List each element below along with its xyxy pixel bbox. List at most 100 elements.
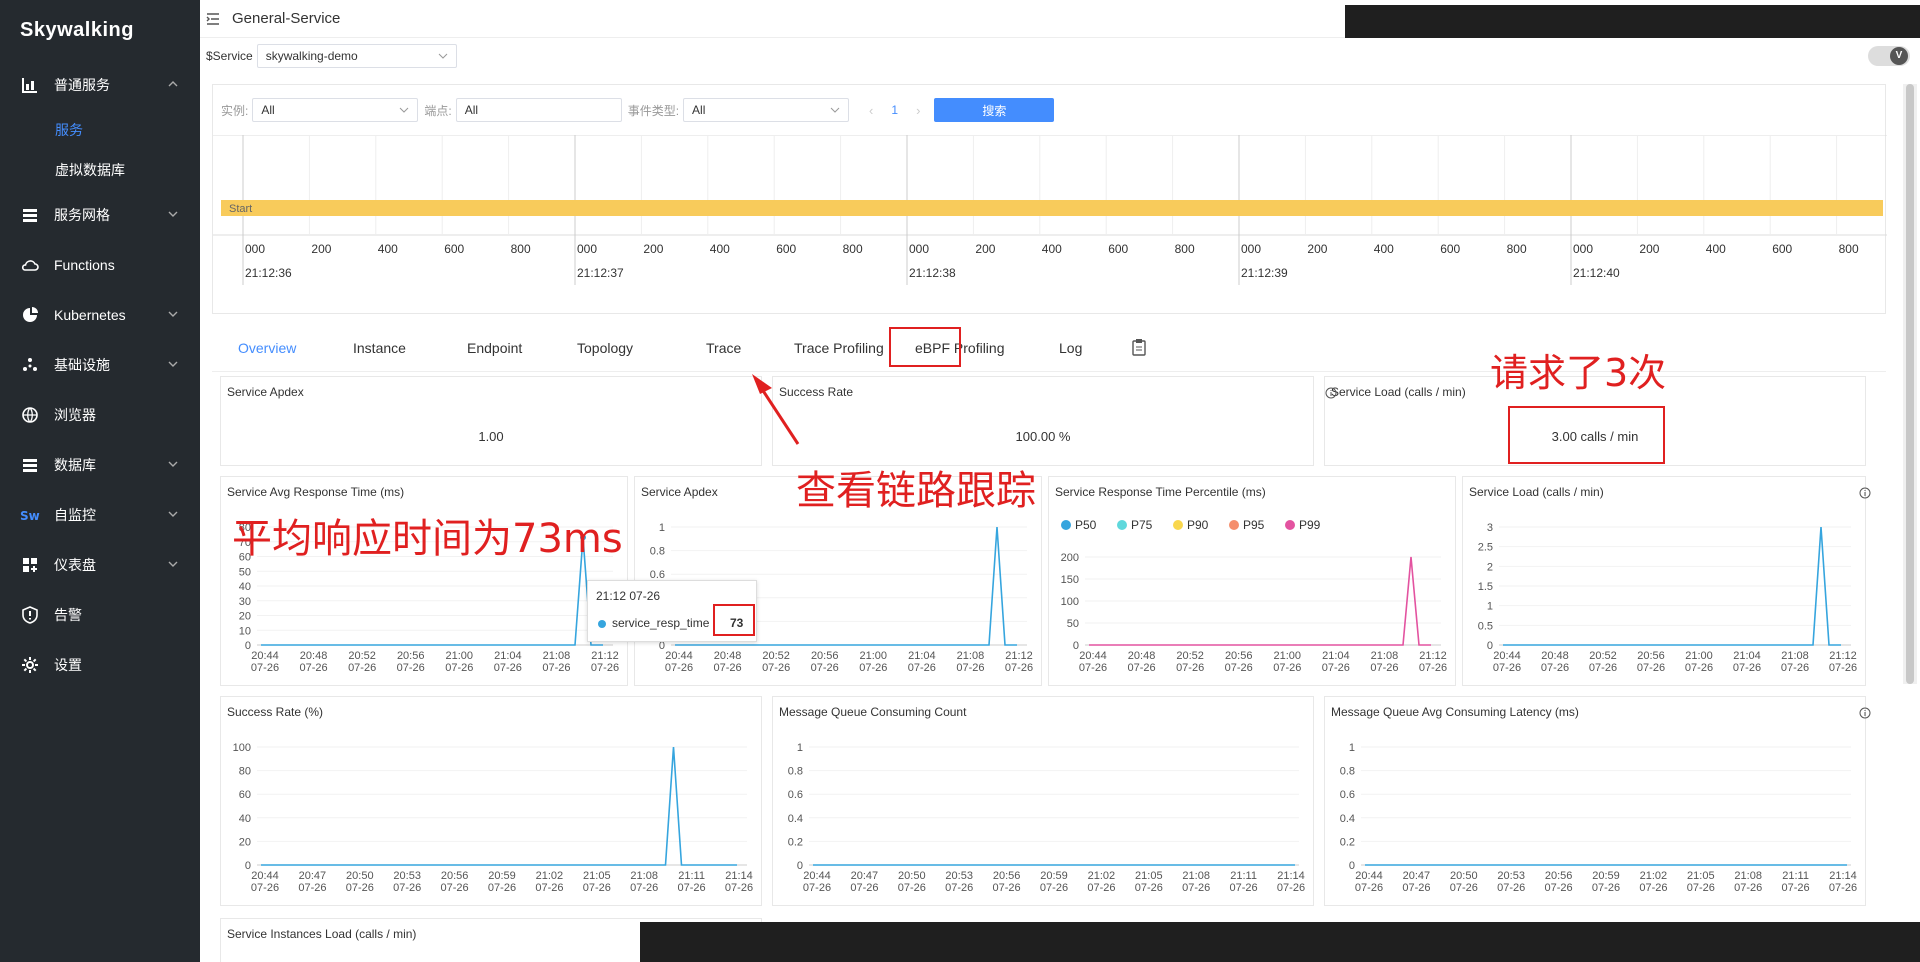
sidebar: Skywalking 普通服务 服务 虚拟数据库 服务网格 Functions Kuber… (0, 0, 200, 962)
timeline-tick-label: 800 (843, 242, 863, 256)
y-tick-label: 3 (1487, 522, 1493, 534)
timeline-tick-label: 400 (1374, 242, 1394, 256)
legend-label: P50 (1075, 518, 1097, 532)
service-selector-row: $Service skywalking-demo (206, 44, 457, 68)
x-tick-date: 07-26 (1781, 662, 1809, 674)
sidebar-item-6[interactable]: 数据库 (0, 440, 200, 490)
y-tick-label: 2 (1487, 561, 1493, 573)
x-tick-label: 21:12 (1829, 650, 1857, 662)
stack-icon (20, 205, 40, 225)
legend-marker (1061, 520, 1071, 530)
x-tick-label: 21:14 (1277, 870, 1305, 882)
sidebar-item-label: 设置 (54, 657, 82, 673)
tab-trace[interactable]: Trace (706, 340, 741, 356)
x-tick-date: 07-26 (945, 882, 973, 894)
sidebar-item-7[interactable]: Sw 自监控 (0, 490, 200, 540)
x-tick-label: 21:05 (583, 870, 611, 882)
chevron-up-icon (166, 77, 180, 91)
tooltip-marker (598, 620, 606, 628)
instance-select[interactable]: All (252, 98, 419, 122)
scrollbar-thumb[interactable] (1906, 84, 1914, 684)
y-tick-label: 0 (245, 860, 251, 872)
x-tick-label: 20:53 (1497, 870, 1525, 882)
sidebar-subitem-0[interactable]: 服务 (0, 110, 200, 150)
endpoint-input[interactable]: All (455, 98, 622, 122)
app-logo: Skywalking (20, 18, 134, 41)
x-tick-label: 20:50 (346, 870, 374, 882)
x-tick-label: 20:56 (1545, 870, 1573, 882)
legend-marker (1285, 520, 1295, 530)
info-icon[interactable] (1325, 387, 1337, 399)
x-tick-date: 07-26 (1273, 662, 1301, 674)
x-tick-label: 21:00 (446, 650, 474, 662)
sidebar-item-label: 告警 (54, 607, 82, 623)
y-tick-label: 30 (239, 596, 251, 608)
x-tick-date: 07-26 (1176, 662, 1204, 674)
tab-trace-profiling[interactable]: Trace Profiling (794, 340, 884, 356)
search-button[interactable]: 搜索 (934, 98, 1055, 122)
x-tick-label: 21:08 (1781, 650, 1809, 662)
sidebar-item-3[interactable]: Kubernetes (0, 290, 200, 340)
sidebar-item-0[interactable]: 普通服务 (0, 60, 200, 110)
x-tick-label: 20:56 (397, 650, 425, 662)
chart-svg: 05010015020020:4407-2620:4807-2620:5207-… (1061, 518, 1447, 674)
x-tick-date: 07-26 (1639, 882, 1667, 894)
card-title: Service Load (calls / min) (1331, 385, 1466, 399)
toggle-knob: V (1890, 47, 1908, 65)
y-tick-label: 80 (239, 766, 251, 778)
x-tick-date: 07-26 (908, 662, 936, 674)
y-tick-label: 50 (239, 566, 251, 578)
sidebar-item-2[interactable]: Functions (0, 240, 200, 290)
chevron-down-icon (166, 507, 180, 521)
screenshot-overlay-strip (640, 922, 1920, 962)
chart-card-6: Message Queue Avg Consuming Latency (ms)… (1324, 696, 1871, 906)
timeline-tick-label: 600 (444, 242, 464, 256)
x-tick-label: 20:44 (251, 870, 279, 882)
y-tick-label: 0 (1349, 860, 1355, 872)
tab-endpoint[interactable]: Endpoint (467, 340, 522, 356)
prev-page-icon[interactable]: ‹ (869, 103, 873, 118)
timeline-tick-label: 800 (511, 242, 531, 256)
event-type-select[interactable]: All (683, 98, 850, 122)
clipboard-icon[interactable] (1132, 338, 1146, 359)
menu-collapse-icon[interactable] (206, 12, 220, 26)
sidebar-item-label: 基础设施 (54, 357, 110, 373)
globe-icon (20, 405, 40, 425)
chart-svg: 00.20.40.60.8120:4407-2620:4707-2620:500… (1340, 742, 1857, 894)
theme-toggle[interactable]: V (1868, 46, 1910, 66)
sidebar-item-5[interactable]: 浏览器 (0, 390, 200, 440)
x-tick-label: 21:04 (494, 650, 522, 662)
x-tick-label: 20:44 (1493, 650, 1521, 662)
page-number[interactable]: 1 (891, 103, 898, 117)
sidebar-item-9[interactable]: 告警 (0, 590, 200, 640)
sidebar-item-1[interactable]: 服务网格 (0, 190, 200, 240)
sidebar-item-4[interactable]: 基础设施 (0, 340, 200, 390)
y-tick-label: 40 (239, 581, 251, 593)
service-select[interactable]: skywalking-demo (256, 44, 457, 68)
x-tick-label: 20:53 (945, 870, 973, 882)
annotation-requests: 请求了3次 (1490, 351, 1667, 395)
timeline-tick-label: 400 (1042, 242, 1062, 256)
gear-icon (20, 655, 40, 675)
tab-topology[interactable]: Topology (577, 340, 633, 356)
next-page-icon[interactable]: › (916, 103, 920, 118)
x-tick-label: 20:52 (1589, 650, 1617, 662)
tab-instance[interactable]: Instance (353, 340, 406, 356)
sidebar-item-8[interactable]: 仪表盘 (0, 540, 200, 590)
x-tick-label: 20:56 (993, 870, 1021, 882)
tab-log[interactable]: Log (1059, 340, 1082, 356)
x-tick-date: 07-26 (1734, 882, 1762, 894)
tab-overview[interactable]: Overview (238, 340, 296, 356)
x-tick-label: 20:59 (1592, 870, 1620, 882)
x-tick-date: 07-26 (251, 882, 279, 894)
y-tick-label: 0.4 (1340, 813, 1355, 825)
sidebar-subitem-1[interactable]: 虚拟数据库 (0, 150, 200, 190)
tooltip-time: 21:12 07-26 (596, 589, 661, 603)
sidebar-item-10[interactable]: 设置 (0, 640, 200, 690)
page-scrollbar[interactable] (1903, 84, 1917, 684)
x-tick-label: 21:08 (1182, 870, 1210, 882)
legend-marker (1173, 520, 1183, 530)
x-tick-label: 21:08 (957, 650, 985, 662)
x-tick-date: 07-26 (1592, 882, 1620, 894)
x-tick-date: 07-26 (1182, 882, 1210, 894)
